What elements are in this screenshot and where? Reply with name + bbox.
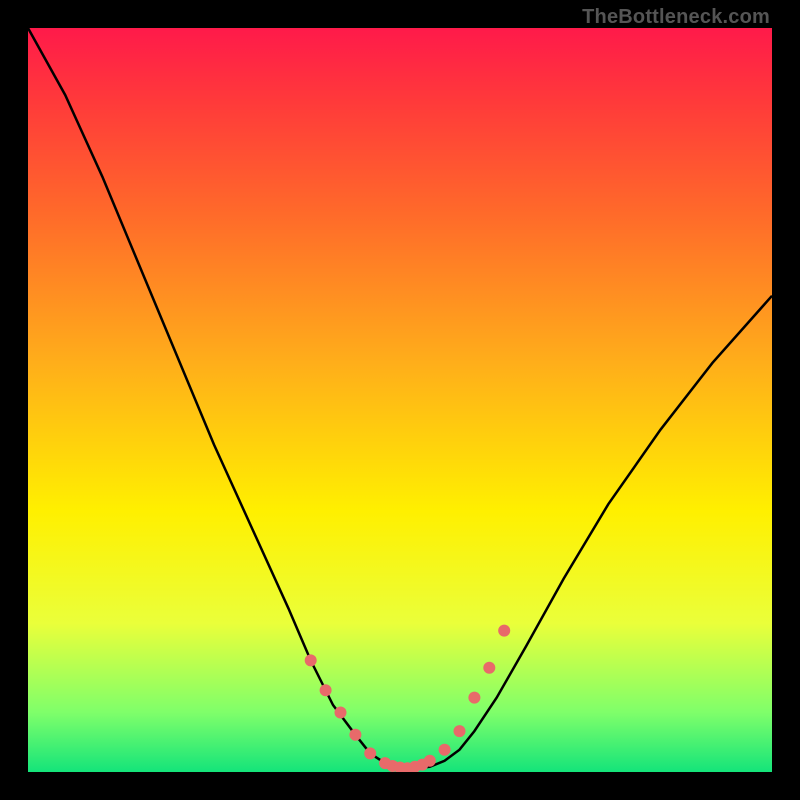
highlight-dot [439, 744, 451, 756]
highlight-dot [498, 625, 510, 637]
highlight-dot [483, 662, 495, 674]
highlight-dot [468, 692, 480, 704]
highlight-dot [364, 747, 376, 759]
highlight-dot [335, 707, 347, 719]
highlight-dot [424, 755, 436, 767]
chart-svg [28, 28, 772, 772]
chart-frame: TheBottleneck.com [0, 0, 800, 800]
plot-area [28, 28, 772, 772]
highlight-dot [320, 684, 332, 696]
highlight-dot [454, 725, 466, 737]
bottleneck-curve-path [28, 28, 772, 768]
highlight-dot [305, 654, 317, 666]
highlight-dot [349, 729, 361, 741]
highlight-dots-group [305, 625, 511, 772]
watermark-text: TheBottleneck.com [582, 6, 770, 29]
